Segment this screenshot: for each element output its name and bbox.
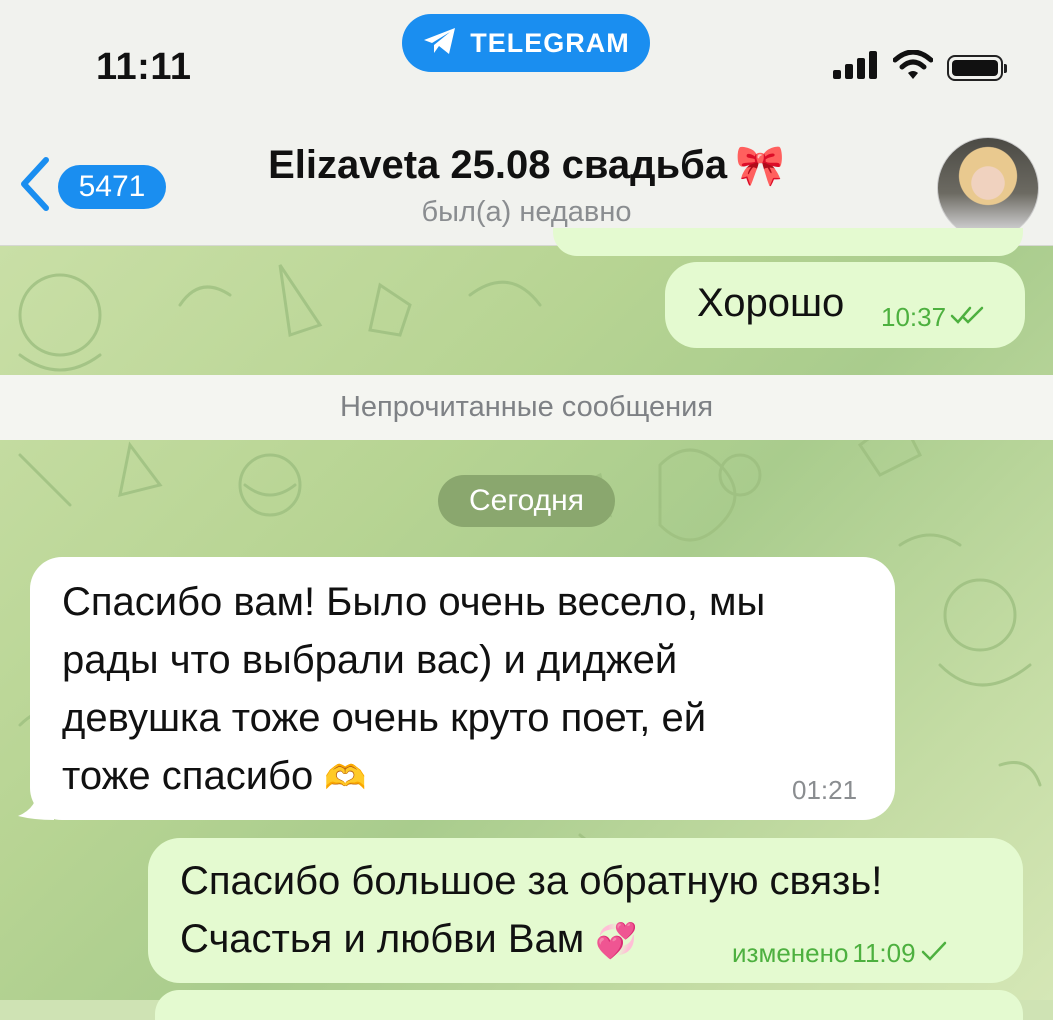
partial-previous-bubble	[553, 228, 1023, 256]
status-icons	[833, 49, 1007, 85]
message-meta: 10:37	[881, 302, 988, 333]
wifi-icon	[892, 49, 934, 85]
telegram-plane-icon	[422, 26, 458, 61]
message-text: Спасибо вам! Было очень весело, мы рады …	[62, 573, 765, 807]
message-line: Спасибо вам! Было очень весело, мы	[62, 580, 766, 624]
message-line-text: тоже спасибо	[62, 754, 314, 798]
chat-last-seen: был(а) недавно	[421, 196, 632, 228]
date-pill: Сегодня	[438, 475, 615, 527]
check-icon	[920, 938, 948, 969]
message-line: девушка тоже очень круто поет, ей	[62, 696, 707, 740]
telegram-pill[interactable]: TELEGRAM	[402, 14, 650, 72]
bubble-tail	[18, 786, 54, 820]
message-time: 11:09	[852, 938, 916, 968]
message-line: Спасибо большое за обратную связь!	[180, 859, 883, 903]
bow-emoji: 🎀	[735, 144, 785, 188]
chat-title: Elizaveta 25.08 свадьба 🎀	[268, 142, 785, 189]
cellular-signal-icon	[833, 51, 879, 84]
heart-hands-emoji: 🫶	[324, 759, 367, 797]
message-outgoing[interactable]: Хорошо 10:37	[665, 262, 1025, 348]
message-line-last: тоже спасибо 🫶	[62, 747, 765, 807]
message-meta: 01:21	[792, 775, 857, 806]
date-label: Сегодня	[469, 484, 584, 517]
unread-separator-label: Непрочитанные сообщения	[339, 391, 714, 423]
battery-icon	[947, 54, 1007, 81]
unread-messages-separator: Непрочитанные сообщения	[0, 375, 1053, 440]
double-check-icon	[950, 302, 988, 333]
edited-label: изменено	[732, 938, 849, 968]
message-meta: изменено 11:09	[732, 938, 948, 969]
chat-title-area[interactable]: Elizaveta 25.08 свадьба 🎀	[0, 142, 1053, 189]
partial-next-bubble	[155, 990, 1023, 1020]
chat-header: 11:11 TELEGRAM 5471 Elizaveta 25.08 свад…	[0, 0, 1053, 246]
revolving-hearts-emoji: 💞	[595, 922, 638, 960]
message-line: рады что выбрали вас) и диджей	[62, 638, 678, 682]
chat-title-text: Elizaveta 25.08 свадьба	[268, 143, 728, 187]
message-time: 10:37	[881, 302, 947, 332]
message-line-text: Счастья и любви Вам	[180, 917, 585, 961]
message-incoming[interactable]: Спасибо вам! Было очень весело, мы рады …	[30, 557, 895, 820]
status-time: 11:11	[96, 46, 192, 88]
message-time: 01:21	[792, 775, 858, 805]
telegram-pill-label: TELEGRAM	[470, 27, 630, 58]
message-text: Хорошо	[697, 281, 845, 325]
avatar[interactable]	[937, 137, 1039, 239]
message-outgoing[interactable]: Спасибо большое за обратную связь! Счаст…	[148, 838, 1023, 983]
